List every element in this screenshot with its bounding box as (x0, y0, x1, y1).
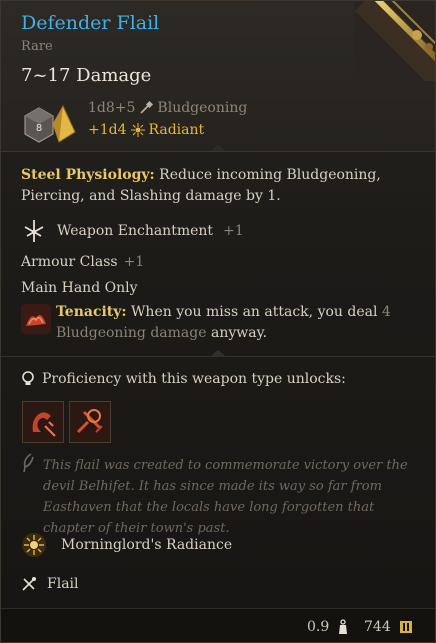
damage-bonus-line: +1d4 Radiant (88, 122, 204, 138)
lightbulb-icon (22, 371, 34, 385)
item-rarity: Rare (21, 39, 53, 54)
flail-type-icon (22, 577, 36, 591)
gold-value: 744 (364, 619, 391, 635)
damage-base-line: 1d8+5 Bludgeoning (88, 100, 247, 116)
unlock-action-slot-2[interactable] (69, 401, 111, 443)
hand-requirement: Main Hand Only (21, 280, 138, 296)
header-notch (211, 144, 225, 151)
passive-row: Morninglord's Radiance (21, 532, 232, 558)
pommel-strike-icon (23, 402, 63, 442)
header-divider (1, 151, 435, 152)
gold-icon (399, 621, 412, 633)
weapon-enchantment-value: +1 (223, 223, 244, 239)
armour-class-value: +1 (123, 254, 145, 270)
tenacity-label: Tenacity: (56, 304, 127, 320)
morninglord-radiance-icon (22, 533, 46, 557)
tenacity-damage-type: Bludgeoning damage (56, 325, 207, 341)
item-tooltip: Defender Flail Rare 7~17 Damage 8 1d8+5 … (0, 0, 436, 643)
passive-name: Morninglord's Radiance (61, 537, 233, 553)
item-name: Defender Flail (21, 12, 160, 34)
armour-class-row: Armour Class +1 (21, 254, 144, 270)
steel-physiology-label: Steel Physiology: (21, 167, 155, 183)
damage-bonus-type: Radiant (148, 122, 205, 138)
concussive-smash-icon (70, 402, 110, 442)
proficiency-title: Proficiency with this weapon type unlock… (42, 371, 346, 387)
tenacity-text-b: anyway. (210, 325, 268, 341)
proficiency-row: Proficiency with this weapon type unlock… (21, 371, 346, 387)
tenacity-amount: 4 (381, 304, 391, 320)
weapon-enchantment-row: Weapon Enchantment +1 (21, 218, 244, 244)
damage-base-type: Bludgeoning (157, 100, 248, 116)
weight-icon (339, 619, 348, 634)
unlock-action-slot-1[interactable] (22, 401, 64, 443)
flail-art-icon (355, 1, 435, 81)
weight-value: 0.9 (307, 619, 330, 635)
tenacity-property: Tenacity: When you miss an attack, you d… (56, 302, 416, 344)
damage-bonus-dice: +1d4 (88, 122, 127, 138)
steel-physiology-property: Steel Physiology: Reduce incoming Bludge… (21, 165, 421, 207)
die-face-label: 8 (36, 123, 42, 134)
weapon-type-label: Flail (47, 576, 79, 592)
lore-text: This flail was created to commemorate vi… (43, 458, 408, 536)
tenacity-icon (21, 304, 51, 334)
weapon-enchantment-label: Weapon Enchantment (57, 223, 214, 239)
damage-dice-icon: 8 (23, 102, 77, 144)
weapon-type-row: Flail (21, 576, 79, 592)
radiant-icon (130, 123, 145, 137)
bludgeoning-icon (140, 101, 154, 114)
weapon-enchantment-icon (24, 220, 44, 242)
armour-class-label: Armour Class (21, 254, 118, 270)
damage-total: 7~17 Damage (21, 65, 152, 86)
damage-base-dice: 1d8+5 (88, 100, 136, 116)
tooltip-footer: 0.9 744 (1, 608, 435, 642)
weight-display: 0.9 (307, 619, 349, 635)
tenacity-text-a: When you miss an attack, you deal (131, 304, 378, 320)
value-display: 744 (364, 619, 413, 635)
lore-quill-icon (23, 453, 34, 473)
